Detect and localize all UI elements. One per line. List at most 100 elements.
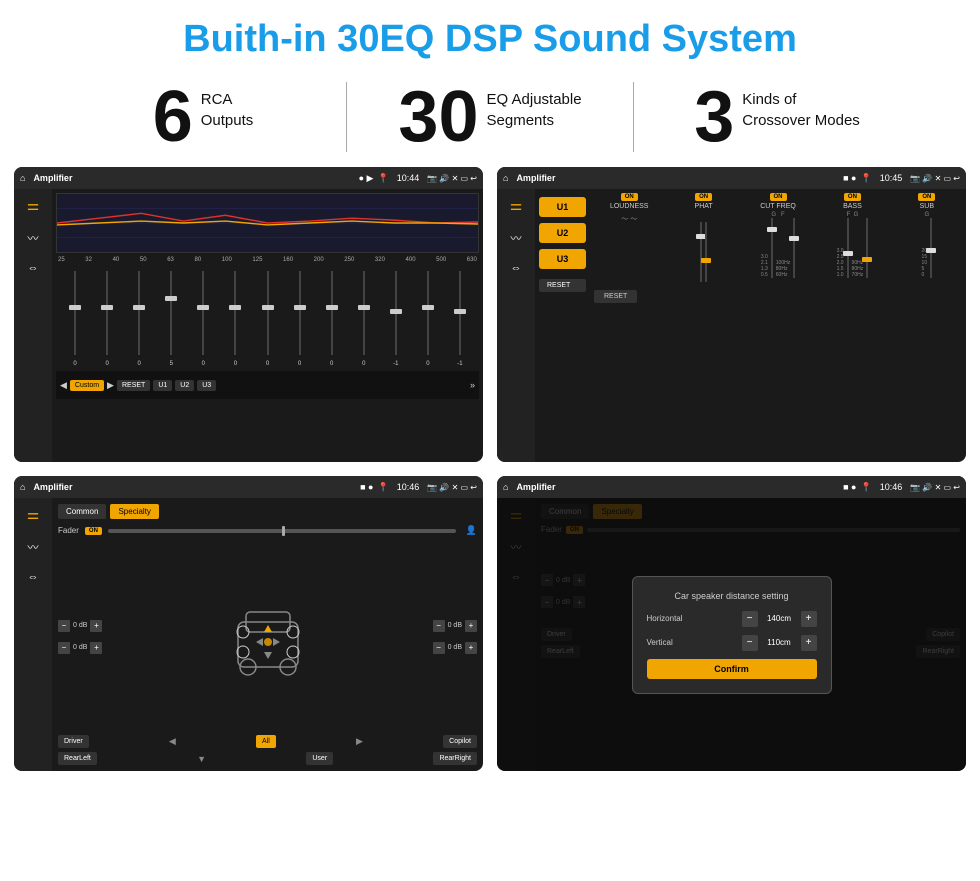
amp-sidebar-icon-2[interactable]: 〰 xyxy=(511,230,522,246)
eq-slider-8[interactable]: 0 xyxy=(285,267,315,367)
phat-label: PHAT xyxy=(695,203,713,210)
cs-home-icon[interactable]: ⌂ xyxy=(20,482,25,492)
eq-sidebar-icon-2[interactable]: 〰 xyxy=(28,230,39,246)
vertical-controls: − 110cm + xyxy=(742,635,817,651)
rearleft-btn[interactable]: RearLeft xyxy=(58,752,97,765)
vertical-plus[interactable]: + xyxy=(801,635,817,651)
eq-slider-4[interactable]: 5 xyxy=(156,267,186,367)
eq-slider-2[interactable]: 0 xyxy=(92,267,122,367)
home-icon[interactable]: ⌂ xyxy=(20,173,25,183)
dialog-time: 10:46 xyxy=(880,482,903,492)
cutfreq-label: CUT FREQ xyxy=(760,203,796,210)
fader-on-badge[interactable]: ON xyxy=(85,527,102,535)
all-btn[interactable]: All xyxy=(256,735,276,748)
eq-slider-1[interactable]: 0 xyxy=(60,267,90,367)
amp-status-bar: ⌂ Amplifier ■ ● 📍 10:45 📷 🔊 ✕ ▭ ↩ xyxy=(497,167,966,189)
dialog-icons: 📷 🔊 ✕ ▭ ↩ xyxy=(910,483,960,492)
eq-u1-btn[interactable]: U1 xyxy=(153,380,172,391)
cutfreq-on[interactable]: ON xyxy=(770,193,787,201)
ctrl-loudness: ON LOUDNESS ～～ xyxy=(594,193,664,282)
eq-reset-btn[interactable]: RESET xyxy=(117,380,150,391)
loudness-label: LOUDNESS xyxy=(610,203,649,210)
dialog-title-bar: Amplifier xyxy=(516,482,837,492)
ctrl-bass: ON BASS F G 3.02.52.01.51.0 90Hz80Hz70Hz xyxy=(817,193,887,282)
eq-sidebar-icon-3[interactable]: ⇔ xyxy=(28,262,39,274)
cs-sidebar-icon-2[interactable]: 〰 xyxy=(28,539,39,555)
left-db2-minus[interactable]: − xyxy=(58,642,70,654)
amp-u3-btn[interactable]: U3 xyxy=(539,249,586,269)
amp-u2-btn[interactable]: U2 xyxy=(539,223,586,243)
eq-freq-labels: 253240506380100125160200250320400500630 xyxy=(56,257,479,263)
eq-slider-11[interactable]: -1 xyxy=(381,267,411,367)
fader-label: Fader xyxy=(58,526,79,535)
eq-slider-7[interactable]: 0 xyxy=(252,267,282,367)
eq-prev-icon[interactable]: ◀ xyxy=(60,380,67,391)
stat-number-eq: 30 xyxy=(398,81,478,153)
right-arrow-icon[interactable]: ▶ xyxy=(356,736,363,747)
cs-sidebar-icon-1[interactable]: ⚌ xyxy=(27,506,40,523)
loudness-on[interactable]: ON xyxy=(621,193,638,201)
left-db2-plus[interactable]: + xyxy=(90,642,102,654)
eq-slider-13[interactable]: -1 xyxy=(445,267,475,367)
eq-slider-6[interactable]: 0 xyxy=(220,267,250,367)
horizontal-label: Horizontal xyxy=(647,614,683,623)
eq-slider-3[interactable]: 0 xyxy=(124,267,154,367)
user-btn[interactable]: User xyxy=(306,752,333,765)
amp-u1-btn[interactable]: U1 xyxy=(539,197,586,217)
cs-sidebar-icon-3[interactable]: ⇔ xyxy=(28,571,39,583)
fader-slider[interactable] xyxy=(108,529,456,533)
left-db1-minus[interactable]: − xyxy=(58,620,70,632)
horizontal-minus[interactable]: − xyxy=(742,611,758,627)
vertical-label: Vertical xyxy=(647,638,673,647)
fader-person-icon: 👤 xyxy=(466,525,477,536)
eq-next-icon[interactable]: ▶ xyxy=(107,380,114,391)
driver-btn[interactable]: Driver xyxy=(58,735,89,748)
ctrl-sub: ON SUB G 20151050 xyxy=(892,193,962,282)
confirm-button[interactable]: Confirm xyxy=(647,659,817,679)
amp-dots: ■ ● xyxy=(843,173,856,183)
amp-reset-btn[interactable]: RESET xyxy=(539,279,586,292)
eq-u3-btn[interactable]: U3 xyxy=(197,380,216,391)
phat-on[interactable]: ON xyxy=(695,193,712,201)
sub-on[interactable]: ON xyxy=(918,193,935,201)
eq-custom-btn[interactable]: Custom xyxy=(70,380,104,391)
amp-sidebar-icon-3[interactable]: ⇔ xyxy=(511,262,522,274)
left-db1-plus[interactable]: + xyxy=(90,620,102,632)
stat-number-crossover: 3 xyxy=(694,81,734,153)
amp-presets: U1 U2 U3 RESET xyxy=(535,189,590,462)
down-arrow-icon[interactable]: ▼ xyxy=(197,754,206,764)
screen-amp: ⌂ Amplifier ■ ● 📍 10:45 📷 🔊 ✕ ▭ ↩ ⚌ 〰 ⇔ … xyxy=(497,167,966,462)
eq-u2-btn[interactable]: U2 xyxy=(175,380,194,391)
right-db1-val: 0 dB xyxy=(448,622,462,629)
dialog-box-title: Car speaker distance setting xyxy=(647,591,817,601)
bass-on[interactable]: ON xyxy=(844,193,861,201)
rearright-btn[interactable]: RearRight xyxy=(433,752,477,765)
stats-row: 6 RCAOutputs 30 EQ AdjustableSegments 3 … xyxy=(0,71,980,167)
copilot-btn[interactable]: Copilot xyxy=(443,735,477,748)
amp-main-reset-btn[interactable]: RESET xyxy=(594,290,637,303)
cs-common-tab[interactable]: Common xyxy=(58,504,106,519)
eq-icons: 📷 🔊 ✕ ▭ ↩ xyxy=(427,174,477,183)
cs-bottom-row2: RearLeft ▼ User RearRight xyxy=(58,752,477,765)
cs-specialty-tab[interactable]: Specialty xyxy=(110,504,158,519)
eq-sidebar-icon-1[interactable]: ⚌ xyxy=(27,197,40,214)
amp-controls: ON LOUDNESS ～～ ON PHAT xyxy=(590,189,966,462)
eq-more-icon[interactable]: » xyxy=(470,380,475,390)
right-db1-plus[interactable]: + xyxy=(465,620,477,632)
horizontal-plus[interactable]: + xyxy=(801,611,817,627)
right-db1-minus[interactable]: − xyxy=(433,620,445,632)
eq-slider-9[interactable]: 0 xyxy=(317,267,347,367)
amp-sidebar-icon-1[interactable]: ⚌ xyxy=(510,197,523,214)
left-arrow-icon[interactable]: ◀ xyxy=(169,736,176,747)
right-db2-minus[interactable]: − xyxy=(433,642,445,654)
vertical-value: 110cm xyxy=(762,638,797,647)
eq-slider-12[interactable]: 0 xyxy=(413,267,443,367)
eq-slider-5[interactable]: 0 xyxy=(188,267,218,367)
amp-location-icon: 📍 xyxy=(860,173,871,184)
horizontal-value: 140cm xyxy=(762,614,797,623)
right-db2-plus[interactable]: + xyxy=(465,642,477,654)
vertical-minus[interactable]: − xyxy=(742,635,758,651)
amp-home-icon[interactable]: ⌂ xyxy=(503,173,508,183)
eq-slider-10[interactable]: 0 xyxy=(349,267,379,367)
dialog-home-icon[interactable]: ⌂ xyxy=(503,482,508,492)
